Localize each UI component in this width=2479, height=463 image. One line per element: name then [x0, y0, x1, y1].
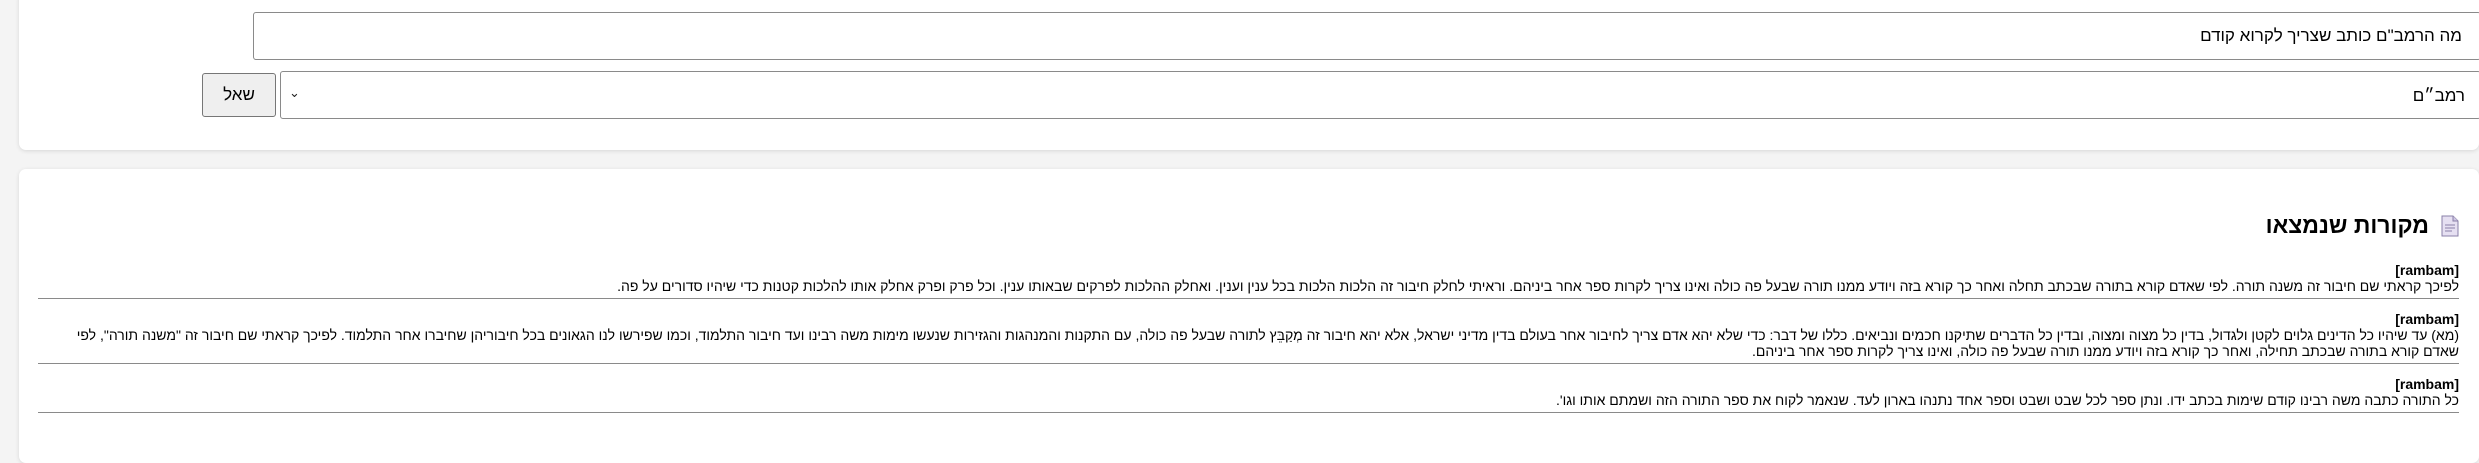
result-item: [rambam] כל התורה כתבה משה רבינו קודם שי… — [38, 376, 2459, 413]
source-select[interactable]: רמב״ם ⌄ — [280, 71, 2479, 119]
result-list: [rambam] לפיכך קראתי שם חיבור זה משנה תו… — [38, 262, 2459, 425]
result-item: [rambam] לפיכך קראתי שם חיבור זה משנה תו… — [38, 262, 2459, 299]
result-text: כל התורה כתבה משה רבינו קודם שימות בכתב … — [1556, 392, 2459, 408]
result-text: לפיכך קראתי שם חיבור זה משנה תורה. לפי ש… — [617, 278, 2459, 294]
result-item: [rambam] (מא) עד שיהיו כל הדינים גלוים ל… — [38, 311, 2459, 364]
results-header: מקורות שנמצאו — [2266, 212, 2459, 239]
result-source-label: [rambam] — [2395, 376, 2459, 392]
ask-button[interactable]: שאל — [202, 73, 276, 117]
results-panel: מקורות שנמצאו [rambam] לפיכך קראתי שם חי… — [19, 169, 2479, 463]
result-source-label: [rambam] — [2395, 311, 2459, 327]
question-input[interactable] — [253, 12, 2479, 60]
result-source-label: [rambam] — [2395, 262, 2459, 278]
result-text: (מא) עד שיהיו כל הדינים גלוים לקטן ולגדו… — [76, 327, 2459, 359]
query-panel: רמב״ם ⌄ שאל — [19, 0, 2479, 150]
chevron-down-icon: ⌄ — [289, 86, 300, 101]
document-icon — [2441, 215, 2459, 237]
source-select-value: רמב״ם — [2412, 86, 2465, 105]
results-title: מקורות שנמצאו — [2265, 212, 2429, 238]
